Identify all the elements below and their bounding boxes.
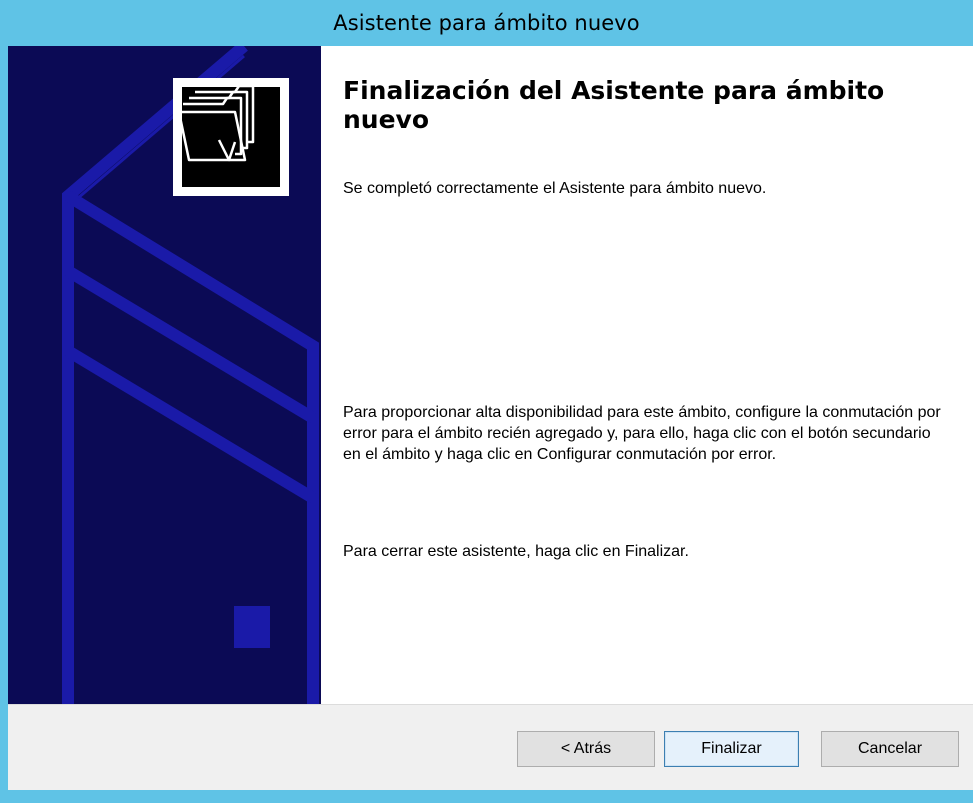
- close-instructions: Para cerrar este asistente, haga clic en…: [343, 543, 689, 560]
- folders-icon: [177, 84, 255, 162]
- drive-indicator: [234, 606, 270, 648]
- cancel-button[interactable]: Cancelar: [821, 731, 959, 767]
- wizard-button-bar: < Atrás Finalizar Cancelar: [8, 704, 973, 790]
- completed-message: Se completó correctamente el Asistente p…: [343, 180, 767, 197]
- wizard-sidebar-graphic: [8, 46, 321, 704]
- page-title: Finalización del Asistente para ámbito n…: [343, 76, 885, 134]
- wizard-window: Asistente para ámbito nuevo Finalización…: [0, 0, 973, 803]
- window-title: Asistente para ámbito nuevo: [333, 11, 640, 35]
- finish-button[interactable]: Finalizar: [664, 731, 799, 767]
- back-button[interactable]: < Atrás: [517, 731, 655, 767]
- failover-message: Para proporcionar alta disponibilidad pa…: [343, 404, 941, 463]
- title-bar[interactable]: Asistente para ámbito nuevo: [0, 0, 973, 46]
- wizard-logo: [173, 78, 289, 196]
- wizard-content: Finalización del Asistente para ámbito n…: [321, 46, 973, 704]
- wizard-client-area: Finalización del Asistente para ámbito n…: [8, 46, 973, 790]
